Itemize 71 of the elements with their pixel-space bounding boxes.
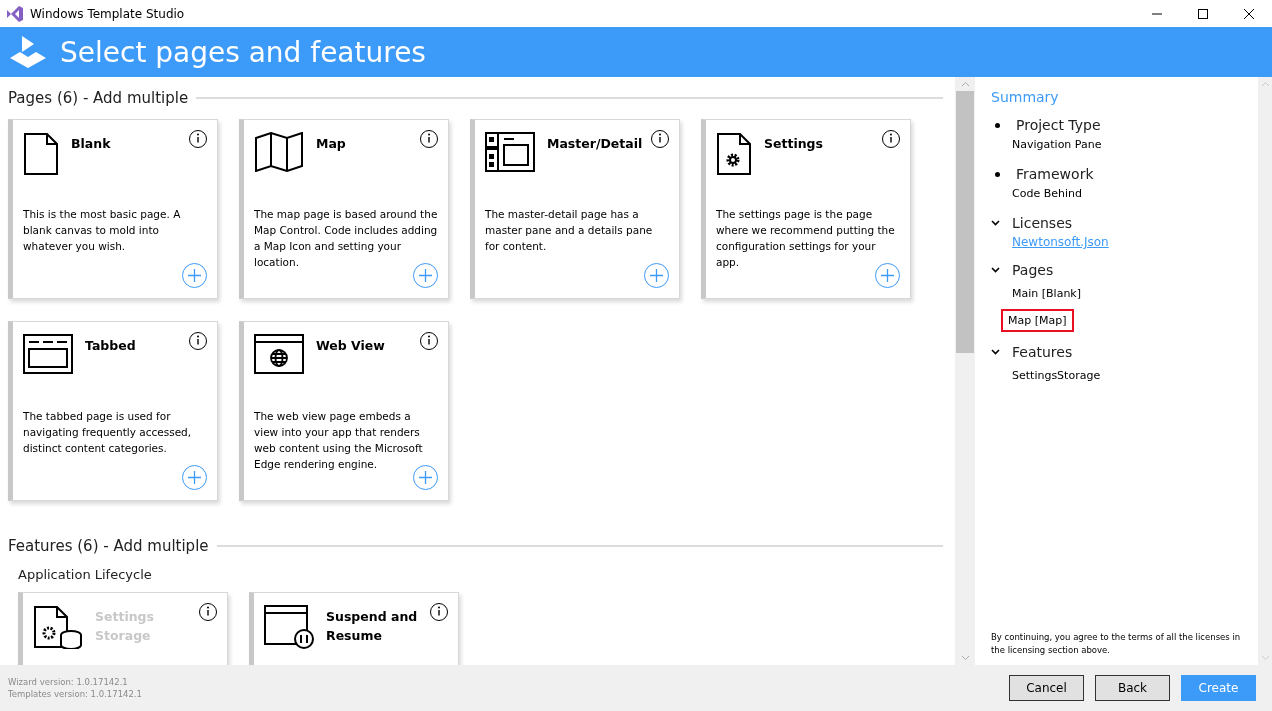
plus-icon xyxy=(649,268,664,283)
plus-icon xyxy=(418,470,433,485)
summary-value: Code Behind xyxy=(1012,186,1082,202)
close-icon[interactable] xyxy=(1244,8,1254,19)
feature-card[interactable]: Suspend and Resume xyxy=(249,592,459,665)
scroll-thumb[interactable] xyxy=(956,91,974,353)
master-detail-icon xyxy=(485,132,535,172)
browser-window-icon xyxy=(254,334,304,374)
add-button[interactable] xyxy=(413,465,438,490)
secondary-button[interactable]: Cancel xyxy=(1009,675,1084,701)
studio-logo-icon xyxy=(8,34,48,70)
summary-heading: Project Type xyxy=(1016,117,1101,133)
page-title: Select pages and features xyxy=(60,35,426,69)
card-title: Blank xyxy=(71,135,112,153)
map-icon xyxy=(254,132,304,172)
summary-value: Navigation Pane xyxy=(1012,137,1102,153)
group-title: Application Lifecycle xyxy=(18,567,153,582)
tabbed-window-icon xyxy=(23,334,73,374)
summary-heading: Framework xyxy=(1016,166,1094,182)
card-title: Settings xyxy=(764,135,824,153)
card-title: Web View xyxy=(316,337,386,355)
plus-icon xyxy=(187,268,202,283)
card-description: This is the most basic page. A blank canvas to mold into whatever you wish. xyxy=(23,207,182,254)
card-title: Tabbed xyxy=(85,337,137,355)
version-text: Wizard version: 1.0.17142.1 xyxy=(8,677,129,687)
card-description: The tabbed page is used for navigating frequently accessed, distinct content categories. xyxy=(23,409,193,456)
card-description: The map page is based around the Map Control. Code includes adding a Map Icon and setting your location. xyxy=(254,207,438,270)
chevron-down-icon[interactable] xyxy=(991,349,1000,355)
page-card[interactable]: Blank This is the most basic page. A blank canvas to mold into whatever you wish. xyxy=(8,119,218,299)
card-description: The settings page is the page where we recommend putting the configuration settings for your app. xyxy=(716,207,896,270)
license-notice: By continuing, you agree to the terms of all the licenses in the licensing section above. xyxy=(991,631,1242,657)
add-button[interactable] xyxy=(182,465,207,490)
section-title: Pages (6) - Add multiple xyxy=(8,89,189,107)
chevron-down-icon[interactable] xyxy=(991,220,1000,226)
plus-icon xyxy=(418,268,433,283)
settings-document-icon xyxy=(716,132,752,176)
version-text: Templates version: 1.0.17142.1 xyxy=(8,689,142,699)
card-title: Map xyxy=(316,135,347,153)
summary-heading: Licenses xyxy=(1012,215,1073,231)
summary-value: Map [Map] xyxy=(1001,309,1074,332)
page-card[interactable]: Tabbed The tabbed page is used for navigating frequently accessed, distinct content categories. xyxy=(8,321,218,501)
app-logo-icon xyxy=(6,4,24,23)
plus-icon xyxy=(880,268,895,283)
add-button[interactable] xyxy=(413,263,438,288)
page-card[interactable]: Web View The web view page embeds a view into your app that renders web content using the Microsoft Edge rendering engine. xyxy=(239,321,449,501)
add-button[interactable] xyxy=(644,263,669,288)
bullet-icon xyxy=(995,171,1000,177)
chevron-down-icon[interactable] xyxy=(991,267,1000,273)
summary-value: Main [Blank] xyxy=(1012,286,1082,302)
add-button[interactable] xyxy=(182,263,207,288)
page-card[interactable]: Map The map page is based around the Map Control. Code includes adding a Map Icon and setting your location. xyxy=(239,119,449,299)
page-card[interactable]: Settings The settings page is the page where we recommend putting the configuration settings for your app. xyxy=(701,119,911,299)
card-description: The web view page embeds a view into your app that renders web content using the Microsoft Edge rendering engine. xyxy=(254,409,424,472)
plus-icon xyxy=(187,470,202,485)
add-button[interactable] xyxy=(875,263,900,288)
card-title: Suspend and Resume xyxy=(326,608,419,645)
summary-value: SettingsStorage xyxy=(1012,368,1101,384)
card-title: Master/Detail xyxy=(547,135,642,153)
bullet-icon xyxy=(995,122,1000,128)
window-pause-icon xyxy=(264,605,314,649)
document-icon xyxy=(23,132,59,176)
card-description: The master-detail page has a master pane and a details pane for content. xyxy=(485,207,654,254)
summary-heading: Features xyxy=(1012,344,1073,360)
settings-storage-icon xyxy=(33,605,83,649)
maximize-icon[interactable] xyxy=(1198,8,1208,19)
window-title: Windows Template Studio xyxy=(30,6,185,21)
page-card[interactable]: Master/Detail The master-detail page has a master pane and a details pane for content. xyxy=(470,119,680,299)
summary-title: Summary xyxy=(991,89,1060,105)
summary-heading: Pages xyxy=(1012,262,1054,278)
secondary-button[interactable]: Back xyxy=(1095,675,1170,701)
section-title: Features (6) - Add multiple xyxy=(8,537,209,555)
